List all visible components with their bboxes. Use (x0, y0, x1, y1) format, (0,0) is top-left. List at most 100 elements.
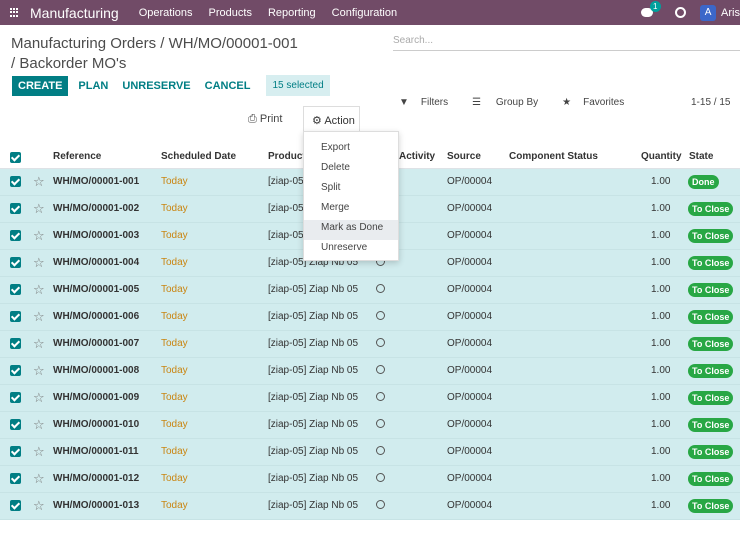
activity-clock-icon[interactable] (675, 7, 687, 18)
breadcrumb-separator: / (160, 35, 169, 52)
menu-item-split[interactable]: Split (304, 180, 398, 200)
favorites-button[interactable]: ★ Favorites (562, 97, 636, 108)
username[interactable]: Aris (721, 7, 740, 19)
activity-clock-icon[interactable] (376, 277, 385, 303)
select-all-checkbox[interactable] (10, 152, 21, 163)
source-cell: OP/00004 (447, 392, 493, 403)
search-input[interactable]: Search... (393, 33, 740, 51)
apps-grid-icon[interactable] (10, 7, 20, 18)
activity-clock-icon[interactable] (376, 304, 385, 330)
activity-clock-icon[interactable] (376, 358, 385, 384)
avatar[interactable]: A (700, 4, 717, 21)
priority-star-icon[interactable]: ☆ (33, 277, 45, 303)
row-checkbox[interactable] (10, 392, 21, 403)
priority-star-icon[interactable]: ☆ (33, 385, 45, 411)
table-row[interactable]: ☆ WH/MO/00001-013 Today [ziap-05] Ziap Nb 0… (0, 493, 740, 520)
priority-star-icon[interactable]: ☆ (33, 358, 45, 384)
activity-clock-icon[interactable] (376, 412, 385, 438)
table-row[interactable]: ☆ WH/MO/00001-011 Today [ziap-05] Ziap Nb 0… (0, 439, 740, 466)
activity-clock-icon[interactable] (376, 466, 385, 492)
quantity-cell: 1.00 (651, 203, 671, 214)
row-checkbox[interactable] (10, 230, 21, 241)
breadcrumb-record[interactable]: WH/MO/00001-001 (169, 35, 298, 52)
action-button[interactable]: ⚙ Action (303, 106, 360, 131)
activity-clock-icon[interactable] (376, 331, 385, 357)
column-state[interactable]: State (689, 145, 713, 169)
print-button[interactable]: ⎙ Print (248, 113, 282, 126)
activity-clock-icon[interactable] (376, 493, 385, 519)
selected-count-badge[interactable]: 15 selected (266, 75, 330, 96)
priority-star-icon[interactable]: ☆ (33, 196, 45, 222)
menu-item-unreserve[interactable]: Unreserve (304, 240, 398, 260)
menu-configuration[interactable]: Configuration (332, 7, 397, 19)
menu-item-delete[interactable]: Delete (304, 160, 398, 180)
state-badge: To Close (688, 418, 734, 432)
table-row[interactable]: ☆ WH/MO/00001-009 Today [ziap-05] Ziap Nb 0… (0, 385, 740, 412)
activity-clock-icon[interactable] (376, 385, 385, 411)
menu-reporting[interactable]: Reporting (268, 7, 316, 19)
scheduled-date-cell: Today (161, 203, 188, 214)
row-checkbox[interactable] (10, 338, 21, 349)
priority-star-icon[interactable]: ☆ (33, 250, 45, 276)
table-row[interactable]: ☆ WH/MO/00001-012 Today [ziap-05] Ziap Nb 0… (0, 466, 740, 493)
row-checkbox[interactable] (10, 257, 21, 268)
scheduled-date-cell: Today (161, 230, 188, 241)
product-cell: [ziap-05] (268, 230, 307, 241)
pager[interactable]: 1-15 / 15 (691, 97, 730, 108)
row-checkbox[interactable] (10, 500, 21, 511)
column-source[interactable]: Source (447, 145, 481, 169)
menu-products[interactable]: Products (209, 7, 252, 19)
reference-cell: WH/MO/00001-003 (53, 230, 140, 241)
reference-cell: WH/MO/00001-006 (53, 311, 140, 322)
scheduled-date-cell: Today (161, 365, 188, 376)
table-row[interactable]: ☆ WH/MO/00001-007 Today [ziap-05] Ziap Nb 0… (0, 331, 740, 358)
priority-star-icon[interactable]: ☆ (33, 223, 45, 249)
column-activity[interactable]: Activity (399, 145, 435, 169)
row-checkbox[interactable] (10, 419, 21, 430)
menu-item-export[interactable]: Export (304, 140, 398, 160)
table-row[interactable]: ☆ WH/MO/00001-008 Today [ziap-05] Ziap Nb 0… (0, 358, 740, 385)
group-by-button[interactable]: ☰ Group By (472, 97, 550, 108)
menu-item-mark-as-done[interactable]: Mark as Done (304, 220, 398, 240)
action-dropdown-menu: Export Delete Split Merge Mark as Done U… (303, 131, 399, 261)
unreserve-button[interactable]: UNRESERVE (116, 76, 196, 96)
priority-star-icon[interactable]: ☆ (33, 304, 45, 330)
column-component-status[interactable]: Component Status (509, 145, 598, 169)
priority-star-icon[interactable]: ☆ (33, 439, 45, 465)
menu-item-merge[interactable]: Merge (304, 200, 398, 220)
row-checkbox[interactable] (10, 446, 21, 457)
priority-star-icon[interactable]: ☆ (33, 331, 45, 357)
row-checkbox[interactable] (10, 176, 21, 187)
row-checkbox[interactable] (10, 284, 21, 295)
table-row[interactable]: ☆ WH/MO/00001-010 Today [ziap-05] Ziap Nb 0… (0, 412, 740, 439)
quantity-cell: 1.00 (651, 473, 671, 484)
activity-clock-icon[interactable] (376, 439, 385, 465)
row-checkbox[interactable] (10, 203, 21, 214)
reference-cell: WH/MO/00001-007 (53, 338, 140, 349)
source-cell: OP/00004 (447, 500, 493, 511)
priority-star-icon[interactable]: ☆ (33, 466, 45, 492)
row-checkbox[interactable] (10, 473, 21, 484)
state-badge: To Close (688, 472, 734, 486)
column-quantity[interactable]: Quantity (641, 145, 682, 169)
create-button[interactable]: CREATE (12, 75, 69, 96)
chat-icon[interactable]: 1 (641, 1, 661, 17)
source-cell: OP/00004 (447, 446, 493, 457)
product-cell: [ziap-05] Ziap Nb 05 (268, 446, 359, 457)
row-checkbox[interactable] (10, 311, 21, 322)
column-scheduled-date[interactable]: Scheduled Date (161, 145, 236, 169)
row-checkbox[interactable] (10, 365, 21, 376)
column-product[interactable]: Product (268, 145, 306, 169)
filters-button[interactable]: ▼ Filters (399, 97, 460, 108)
table-row[interactable]: ☆ WH/MO/00001-005 Today [ziap-05] Ziap Nb 0… (0, 277, 740, 304)
plan-button[interactable]: PLAN (72, 76, 114, 96)
priority-star-icon[interactable]: ☆ (33, 412, 45, 438)
priority-star-icon[interactable]: ☆ (33, 169, 45, 195)
breadcrumb-parent[interactable]: Manufacturing Orders (11, 35, 156, 52)
table-row[interactable]: ☆ WH/MO/00001-006 Today [ziap-05] Ziap Nb 0… (0, 304, 740, 331)
menu-operations[interactable]: Operations (139, 7, 193, 19)
app-name[interactable]: Manufacturing (30, 5, 119, 21)
column-reference[interactable]: Reference (53, 145, 101, 169)
cancel-button[interactable]: CANCEL (199, 76, 257, 96)
priority-star-icon[interactable]: ☆ (33, 493, 45, 519)
